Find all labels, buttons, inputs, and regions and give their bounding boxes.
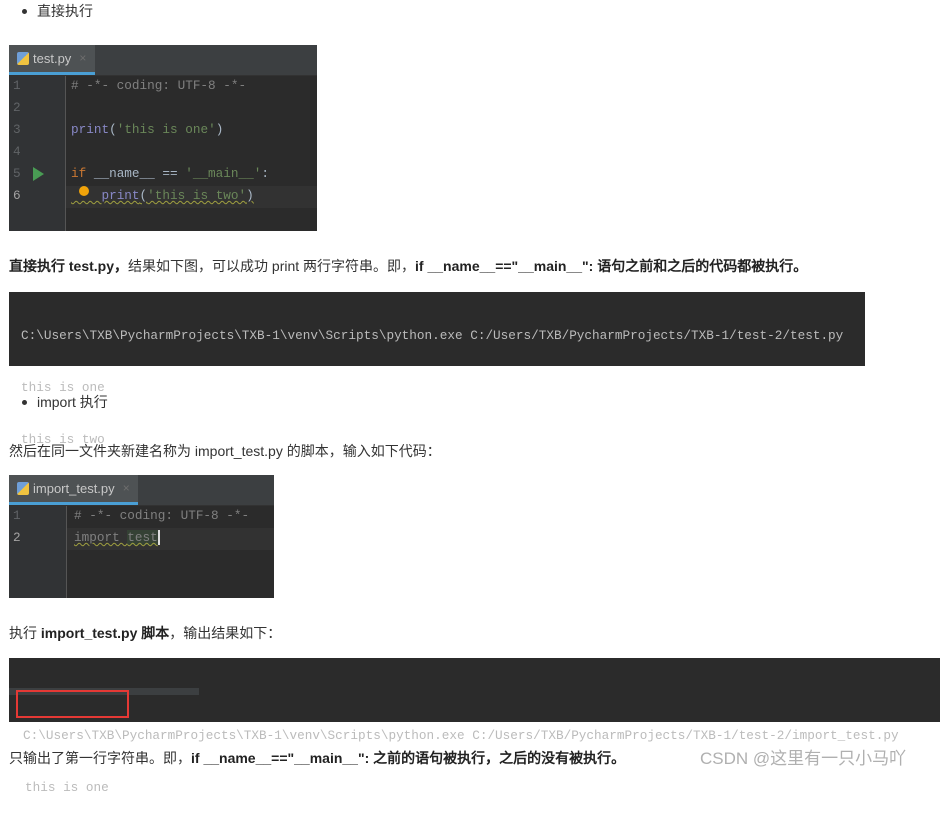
token: __name__ ==: [86, 166, 186, 181]
token: ): [246, 188, 254, 203]
code-line-1: # -*- coding: UTF-8 -*-: [71, 78, 247, 93]
text: ，输出结果如下：: [169, 625, 282, 641]
console-line: C:\Users\TXB\PycharmProjects\TXB-1\venv\…: [21, 328, 844, 343]
token: print: [101, 188, 140, 203]
token: if: [71, 166, 87, 181]
tab-label: import_test.py: [33, 481, 115, 496]
bullet-text: import 执行: [37, 394, 108, 410]
token: '__main__': [185, 166, 262, 181]
text: 只输出了第一行字符串。即，: [9, 750, 191, 766]
line-number: 2: [13, 100, 21, 115]
console-line: this is one: [25, 780, 109, 795]
line-number: 5: [13, 166, 21, 181]
bold-text: 直接执行 test.py，: [9, 258, 129, 274]
line-number: 6: [13, 188, 21, 203]
token: test: [127, 530, 158, 545]
bold-text: if __name__=="__main__": 之前的语句被执行，之后的没有被…: [191, 750, 626, 766]
close-icon[interactable]: ×: [123, 482, 130, 496]
line-number: 1: [13, 78, 21, 93]
bullet-dot: [22, 399, 27, 405]
code-line-3: print('this is one'): [71, 122, 223, 137]
paragraph-create-import: 然后在同一文件夹新建名称为 import_test.py 的脚本，输入如下代码：: [9, 443, 441, 459]
token: :: [261, 166, 269, 181]
bullet-import: import 执行: [22, 392, 108, 412]
close-icon[interactable]: ×: [79, 52, 86, 66]
line-number: 2: [13, 530, 21, 545]
token: ): [215, 122, 224, 137]
token: print: [71, 122, 110, 137]
paragraph-direct-result: 直接执行 test.py，结果如下图，可以成功 print 两行字符串。即，if…: [9, 256, 807, 276]
tab-test-py[interactable]: test.py ×: [9, 45, 95, 75]
bold-text: if __name__=="__main__": 语句之前和之后的代码都被执行。: [415, 258, 808, 274]
token: 'this is one': [116, 122, 216, 137]
tab-bar: test.py ×: [9, 45, 317, 76]
watermark: CSDN @这里有一只小马吖: [700, 749, 907, 768]
console-output-2: C:\Users\TXB\PycharmProjects\TXB-1\venv\…: [9, 658, 940, 795]
tab-bar: import_test.py ×: [9, 475, 274, 506]
bullet-text: 直接执行: [37, 3, 93, 19]
paragraph-run-import: 执行 import_test.py 脚本，输出结果如下：: [9, 623, 281, 643]
console-output-1: C:\Users\TXB\PycharmProjects\TXB-1\venv\…: [9, 292, 865, 447]
highlight-box: [16, 690, 129, 718]
python-file-icon: [17, 482, 29, 495]
line-number: 3: [13, 122, 21, 137]
run-icon[interactable]: [33, 167, 44, 181]
tab-import-test-py[interactable]: import_test.py ×: [9, 475, 138, 505]
code-line-5: if __name__ == '__main__':: [71, 166, 269, 181]
text-cursor: [157, 530, 160, 545]
bullet-dot: [22, 8, 27, 14]
line-number: 1: [13, 508, 21, 523]
text: 结果如下图，可以成功 print 两行字符串。即，: [128, 258, 416, 274]
paragraph-conclusion: 只输出了第一行字符串。即，if __name__=="__main__": 之前…: [9, 748, 625, 768]
console-line: this is one: [21, 380, 105, 395]
code-editor-import-test-py: import_test.py × 1 2 # -*- coding: UTF-8 …: [9, 475, 274, 598]
code-editor-test-py: test.py × 1 2 3 4 5 6 # -*- coding: UTF-8…: [9, 45, 317, 231]
bullet-direct: 直接执行: [22, 1, 93, 21]
line-number: 4: [13, 144, 21, 159]
bold-text: import_test.py 脚本: [40, 625, 170, 641]
token: import: [74, 530, 128, 545]
text: 执行: [9, 625, 41, 641]
token: (: [109, 122, 117, 137]
code-line-2: import test: [74, 530, 160, 545]
token: 'this is two': [147, 188, 247, 203]
gutter: 1 2 3 4 5 6: [9, 76, 66, 231]
code-line-1: # -*- coding: UTF-8 -*-: [74, 508, 250, 523]
python-file-icon: [17, 52, 29, 65]
code-line-6: print('this is two'): [71, 188, 254, 203]
gutter: 1 2: [9, 506, 67, 598]
tab-label: test.py: [33, 51, 72, 66]
